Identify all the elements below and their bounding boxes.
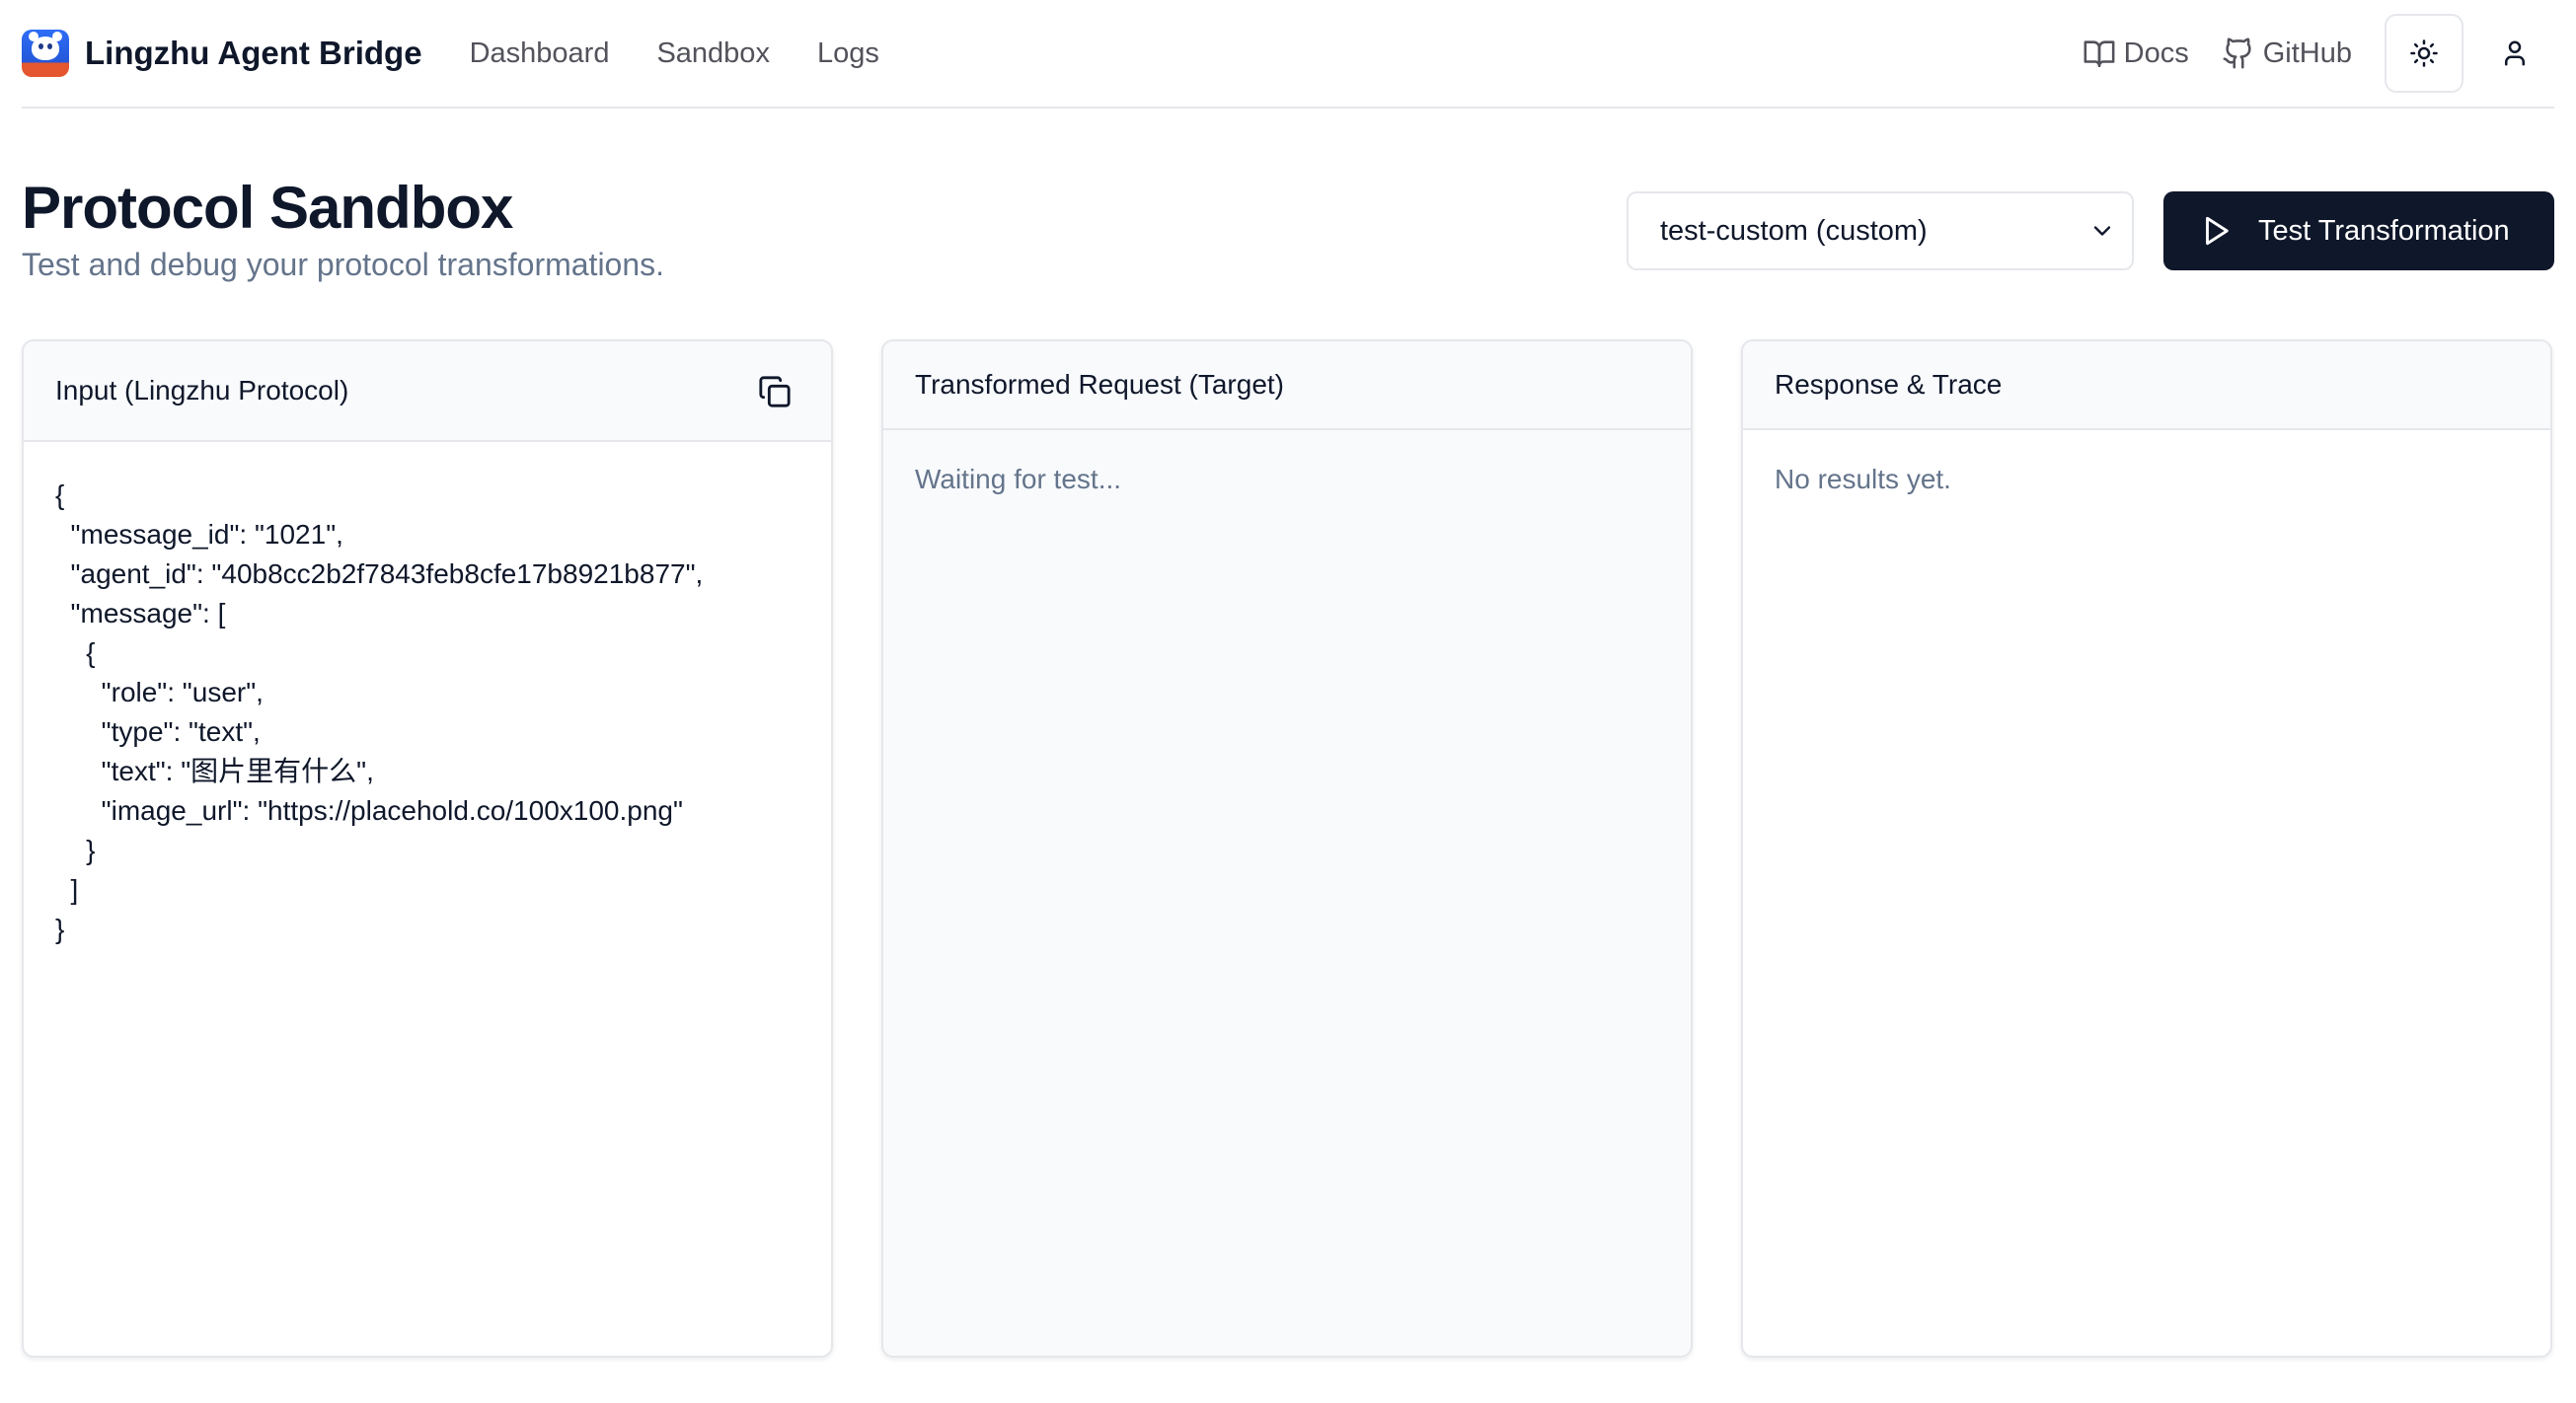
app-name: Lingzhu Agent Bridge <box>85 35 422 71</box>
response-trace-header: Response & Trace <box>1743 341 2550 430</box>
copy-icon <box>759 376 791 407</box>
header-tools: Docs GitHub <box>2083 0 2554 107</box>
github-label: GitHub <box>2262 37 2352 69</box>
copy-button[interactable] <box>756 373 794 410</box>
response-trace-placeholder: No results yet. <box>1775 464 1951 494</box>
theme-toggle-button[interactable] <box>2385 14 2463 93</box>
github-icon <box>2223 37 2251 69</box>
nav-dashboard[interactable]: Dashboard <box>470 37 610 70</box>
page-title: Protocol Sandbox <box>22 175 513 241</box>
target-select-value: test-custom (custom) <box>1660 214 1928 247</box>
run-label: Test Transformation <box>2258 214 2510 247</box>
input-json-editor[interactable]: { "message_id": "1021", "agent_id": "40b… <box>24 442 831 949</box>
transformed-request-placeholder: Waiting for test... <box>915 464 1122 494</box>
top-navbar: Lingzhu Agent Bridge Dashboard Sandbox L… <box>22 0 2554 109</box>
play-icon <box>2206 216 2229 246</box>
main-nav: Dashboard Sandbox Logs <box>470 37 879 70</box>
sun-icon <box>2410 39 2438 67</box>
response-trace-panel: Response & Trace No results yet. <box>1741 339 2552 1358</box>
transformed-request-panel: Transformed Request (Target) Waiting for… <box>881 339 1693 1358</box>
book-open-icon <box>2084 40 2115 68</box>
page-subtitle: Test and debug your protocol transformat… <box>22 247 665 282</box>
test-transformation-button[interactable]: Test Transformation <box>2163 191 2554 270</box>
user-menu-button[interactable] <box>2475 14 2554 93</box>
response-trace-title: Response & Trace <box>1775 369 2003 400</box>
lingzhu-logo-icon <box>22 30 69 77</box>
docs-link[interactable]: Docs <box>2083 37 2189 70</box>
nav-sandbox[interactable]: Sandbox <box>656 37 770 70</box>
transformed-request-header: Transformed Request (Target) <box>883 341 1691 430</box>
user-icon <box>2505 40 2525 66</box>
input-panel-title: Input (Lingzhu Protocol) <box>55 375 349 406</box>
nav-logs[interactable]: Logs <box>817 37 879 70</box>
brand[interactable]: Lingzhu Agent Bridge <box>22 0 422 107</box>
transformed-request-title: Transformed Request (Target) <box>915 369 1284 400</box>
input-panel-header: Input (Lingzhu Protocol) <box>24 341 831 442</box>
target-select[interactable]: test-custom (custom) <box>1627 191 2134 270</box>
input-panel: Input (Lingzhu Protocol) { "message_id":… <box>22 339 833 1358</box>
github-link[interactable]: GitHub <box>2222 37 2352 70</box>
docs-label: Docs <box>2123 37 2189 69</box>
chevron-down-icon <box>2093 226 2111 236</box>
